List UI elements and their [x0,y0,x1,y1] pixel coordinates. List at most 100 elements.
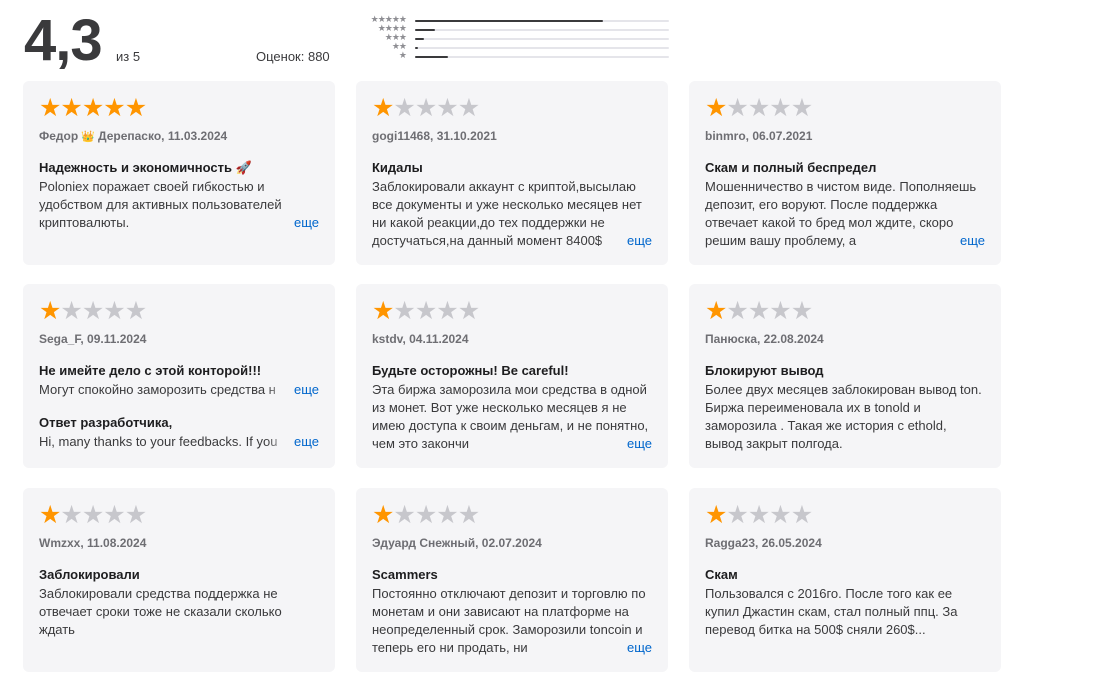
review-author-date: kstdv, 04.11.2024 [372,332,652,346]
histogram-stars-icon: ★ [398,50,407,60]
review-title: Кидалы [372,160,423,175]
more-link[interactable]: еще [931,232,985,250]
review-card[interactable]: ★★★★★ Wmzxx, 11.08.2024 Заблокировали Забло… [23,488,335,672]
star-filled-icon: ★ [372,501,394,529]
histogram-bar-fill [415,56,449,58]
review-author: kstdv, 04.11.2024 [372,332,469,346]
star-empty-icon: ★ [747,297,770,325]
review-stars-icon: ★★★★★ [705,502,985,528]
developer-response-title: Ответ разработчика, [39,415,173,430]
review-card[interactable]: ★★★★★ gogi11468, 31.10.2021 Кидалы Заблокир… [356,81,668,265]
star-filled-icon: ★ [39,297,61,325]
star-filled-icon: ★ [372,94,394,122]
review-title: Блокируют вывод [705,363,824,378]
star-empty-icon: ★ [393,297,415,325]
average-rating: 4,3 [24,8,103,73]
star-empty-icon: ★ [769,501,791,529]
review-author: binmro, 06.07.2021 [705,129,813,143]
review-stars-icon: ★★★★★ [39,298,319,324]
review-card[interactable]: ★★★★★ binmro, 06.07.2021 Скам и полный бес… [689,81,1001,265]
review-title: Не имейте дело с этой конторой!!! [39,363,262,378]
review-card[interactable]: ★★★★★ Федор 👑 Дерепаско, 11.03.2024 Надежн… [23,81,335,265]
histogram-bar-track [415,47,669,49]
star-filled-icon: ★ [372,297,394,325]
ratings-count: Оценок: 880 [256,49,330,64]
review-body-container: Пользовался с 2016го. После того как ее … [705,585,985,639]
more-link[interactable]: еще [265,381,319,399]
star-empty-icon: ★ [60,501,82,529]
star-empty-icon: ★ [726,501,748,529]
star-empty-icon: ★ [436,501,458,529]
histogram-bar-fill [415,38,424,40]
ratings-summary: 4,3 из 5 Оценок: 880 ★★★★★ ★★★★ ★★★ ★★ ★ [0,0,1098,80]
histogram-bar-fill [415,20,603,22]
star-filled-icon: ★ [103,94,125,122]
review-card[interactable]: ★★★★★ kstdv, 04.11.2024 Будьте осторожны! … [356,284,668,468]
star-filled-icon: ★ [705,297,727,325]
review-author-date: Ragga23, 26.05.2024 [705,536,985,550]
review-card[interactable]: ★★★★★ Sega_F, 09.11.2024 Не имейте дело с … [23,284,335,468]
star-empty-icon: ★ [414,94,437,122]
review-author: Sega_F, 09.11.2024 [39,332,147,346]
star-empty-icon: ★ [393,94,415,122]
more-link[interactable]: еще [598,232,652,250]
star-empty-icon: ★ [457,94,480,122]
review-card[interactable]: ★★★★★ Панюска, 22.08.2024 Блокируют вывод Б… [689,284,1001,468]
review-stars-icon: ★★★★★ [372,95,652,121]
star-empty-icon: ★ [81,501,104,529]
star-empty-icon: ★ [457,297,480,325]
review-author-date: Федор 👑 Дерепаско, 11.03.2024 [39,129,319,143]
star-empty-icon: ★ [60,297,82,325]
more-link[interactable]: еще [265,433,319,451]
review-author: Панюска, 22.08.2024 [705,332,824,346]
review-title: Заблокировали [39,567,140,582]
review-title: Надежность и экономичность 🚀 [39,160,252,175]
review-author: gogi11468, 31.10.2021 [372,129,497,143]
more-link[interactable]: еще [598,435,652,453]
review-body-container: Могут спокойно заморозить средства н еще [39,381,319,399]
star-empty-icon: ★ [457,501,480,529]
review-card[interactable]: ★★★★★ Ragga23, 26.05.2024 Скам Пользовался … [689,488,1001,672]
review-author-date: Wmzxx, 11.08.2024 [39,536,319,550]
review-body-container: Эта биржа заморозила мои средства в одно… [372,381,652,453]
review-author-date: Панюска, 22.08.2024 [705,332,985,346]
more-link[interactable]: еще [598,639,652,657]
review-title: Скам и полный беспредел [705,160,877,175]
star-filled-icon: ★ [60,94,82,122]
review-body: Более двух месяцев заблокирован вывод to… [705,382,982,451]
review-title: Будьте осторожны! Be careful! [372,363,569,378]
histogram-bar-track [415,20,669,22]
star-filled-icon: ★ [39,94,61,122]
star-empty-icon: ★ [414,501,437,529]
star-empty-icon: ★ [393,501,415,529]
star-filled-icon: ★ [705,501,727,529]
review-author: Ragga23, 26.05.2024 [705,536,822,550]
more-link[interactable]: еще [265,214,319,232]
star-empty-icon: ★ [436,297,458,325]
review-body-container: Заблокировали средства поддержка не отве… [39,585,319,639]
review-author: Wmzxx, 11.08.2024 [39,536,147,550]
review-author-date: binmro, 06.07.2021 [705,129,985,143]
histogram-bar-track [415,38,669,40]
histogram-bar-fill [415,29,436,31]
developer-response-body-container: Hi, many thanks to your feedbacks. If yo… [39,433,319,451]
review-body: Заблокировали средства поддержка не отве… [39,586,282,637]
review-card[interactable]: ★★★★★ Эдуард Снежный, 02.07.2024 Scammers П… [356,488,668,672]
star-empty-icon: ★ [436,94,458,122]
review-stars-icon: ★★★★★ [705,298,985,324]
review-stars-icon: ★★★★★ [39,502,319,528]
review-author-date: gogi11468, 31.10.2021 [372,129,652,143]
review-body-container: Заблокировали аккаунт с криптой,высылаю … [372,178,652,250]
star-empty-icon: ★ [790,297,813,325]
star-empty-icon: ★ [81,297,104,325]
star-empty-icon: ★ [124,297,147,325]
star-filled-icon: ★ [81,94,104,122]
review-stars-icon: ★★★★★ [705,95,985,121]
star-filled-icon: ★ [705,94,727,122]
star-empty-icon: ★ [790,94,813,122]
review-author-date: Sega_F, 09.11.2024 [39,332,319,346]
star-empty-icon: ★ [726,94,748,122]
crown-icon: 👑 [78,131,99,143]
star-empty-icon: ★ [103,297,125,325]
star-empty-icon: ★ [769,94,791,122]
